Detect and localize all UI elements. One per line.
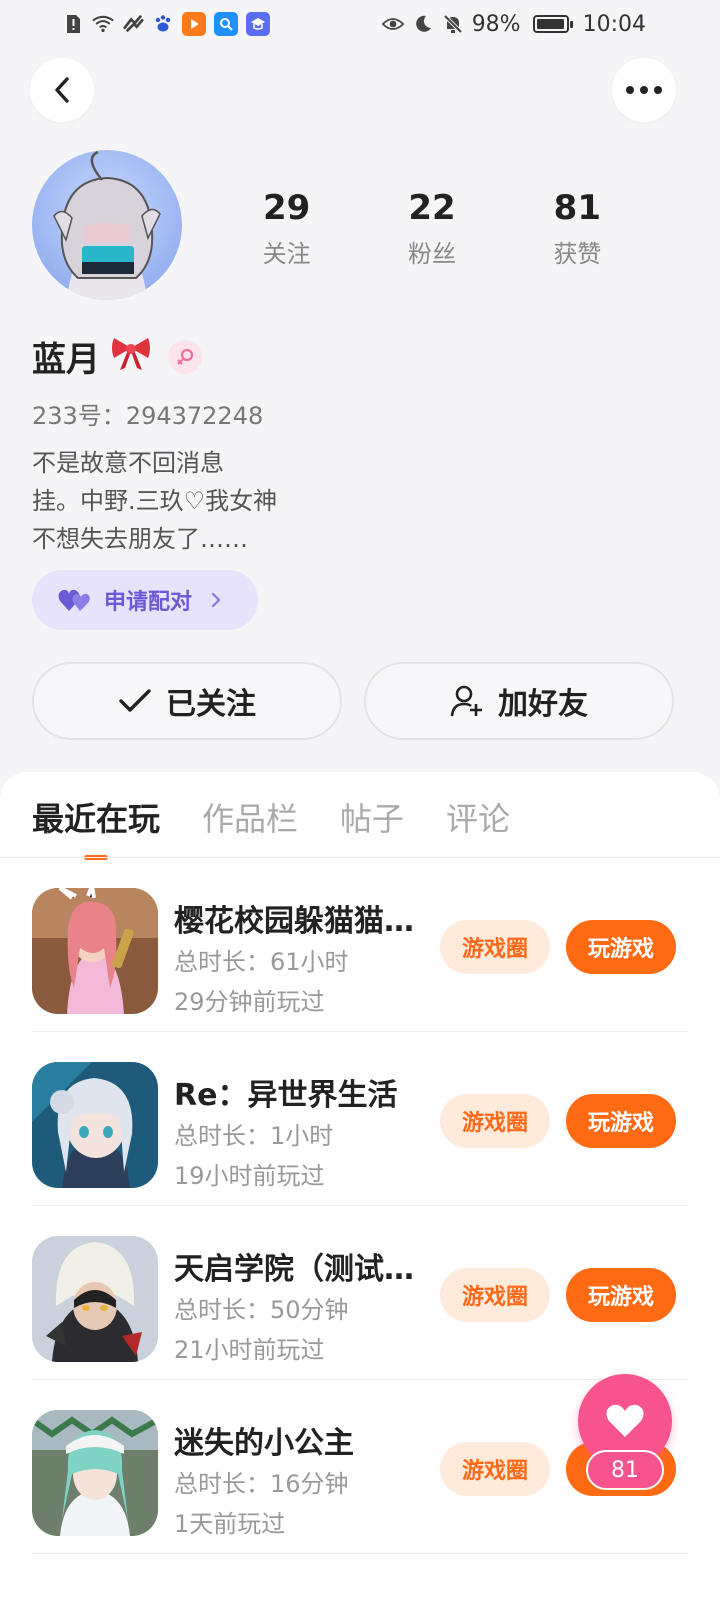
play-game-button[interactable]: 玩游戏: [566, 1094, 676, 1148]
game-icon[interactable]: [32, 1236, 158, 1362]
game-icon[interactable]: [32, 1410, 158, 1536]
bio: 不是故意不回消息 挂。中野.三玖♡我女神 不想失去朋友了……: [32, 444, 277, 558]
followers-stat[interactable]: 22 粉丝: [359, 186, 504, 269]
game-total-duration: 总时长：16分钟: [174, 1470, 349, 1498]
battery-level: [536, 19, 564, 29]
game-icon[interactable]: [32, 1062, 158, 1188]
paw-app-icon: [152, 13, 174, 35]
game-row[interactable]: 樱花校园躲猫猫... 总时长：61小时 29分钟前玩过 游戏圈 玩游戏: [32, 858, 688, 1032]
likes-stat[interactable]: 81 获赞: [505, 186, 650, 269]
username: 蓝月: [32, 340, 100, 380]
game-total-duration: 总时长：50分钟: [174, 1296, 349, 1324]
wifi-icon: [92, 13, 114, 35]
followed-label: 已关注: [166, 687, 256, 722]
tab-label: 最近在玩: [32, 800, 161, 838]
game-circle-button[interactable]: 游戏圈: [440, 1268, 550, 1322]
name-row: 蓝月: [32, 332, 202, 381]
tab-recently-played[interactable]: 最近在玩: [32, 794, 160, 860]
game-last-played: 21小时前玩过: [174, 1336, 325, 1364]
following-count: 29: [263, 188, 311, 228]
check-icon: [119, 689, 151, 712]
education-app-icon: [246, 12, 270, 36]
game-title: 迷失的小公主: [174, 1426, 354, 1461]
heart-icon: [606, 1404, 644, 1437]
play-game-button[interactable]: 玩游戏: [566, 920, 676, 974]
status-left: [62, 12, 270, 36]
double-heart-icon: [58, 589, 90, 611]
followed-button[interactable]: 已关注: [32, 662, 342, 740]
bio-line: 挂。中野.三玖♡我女神: [32, 487, 278, 515]
user-id: 233号：294372248: [32, 402, 264, 430]
female-gender-icon: [168, 339, 202, 374]
game-total-duration: 总时长：1小时: [174, 1122, 334, 1150]
game-title: Re：异世界生活: [174, 1078, 398, 1113]
sim-alert-icon: [62, 13, 84, 35]
clock: 10:04: [582, 11, 646, 37]
tab-bar: 最近在玩 作品栏 帖子 评论: [32, 794, 510, 860]
game-circle-button[interactable]: 游戏圈: [440, 1094, 550, 1148]
likes-label: 获赞: [553, 240, 602, 268]
followers-count: 22: [408, 188, 456, 228]
bio-line: 不想失去朋友了……: [32, 525, 248, 553]
likes-count: 81: [553, 188, 601, 228]
profile-stats: 29 关注 22 粉丝 81 获赞: [214, 186, 650, 269]
game-row[interactable]: 天启学院（测试... 总时长：50分钟 21小时前玩过 游戏圈 玩游戏: [32, 1206, 688, 1380]
battery-icon: [532, 15, 573, 33]
game-circle-button[interactable]: 游戏圈: [440, 1442, 550, 1496]
tab-label: 帖子: [340, 800, 405, 838]
tab-label: 作品栏: [202, 800, 299, 838]
tab-label: 评论: [446, 800, 511, 838]
add-user-icon: [450, 685, 482, 717]
tab-comments[interactable]: 评论: [446, 794, 510, 860]
game-total-duration: 总时长：61小时: [174, 948, 349, 976]
avatar-illustration: [53, 150, 161, 300]
bow-icon: [110, 334, 152, 380]
chevron-left-icon: [55, 77, 69, 103]
video-app-icon: [182, 12, 206, 36]
play-game-button[interactable]: 玩游戏: [566, 1268, 676, 1322]
link-icon: [122, 13, 144, 35]
search-app-icon: [214, 12, 238, 36]
followers-label: 粉丝: [407, 240, 456, 268]
game-icon[interactable]: [32, 888, 158, 1014]
bio-line: 不是故意不回消息: [32, 449, 224, 477]
moon-icon: [412, 13, 434, 35]
request-pair-button[interactable]: 申请配对: [32, 570, 258, 630]
tab-posts[interactable]: 帖子: [340, 794, 404, 860]
more-options-button[interactable]: [612, 58, 676, 122]
avatar[interactable]: [32, 150, 182, 300]
mute-bell-icon: [442, 13, 464, 35]
like-count-badge: 81: [586, 1450, 664, 1490]
back-button[interactable]: [30, 58, 94, 122]
game-last-played: 1天前玩过: [174, 1510, 286, 1538]
game-last-played: 19小时前玩过: [174, 1162, 325, 1190]
following-label: 关注: [262, 240, 311, 268]
add-friend-label: 加好友: [498, 687, 588, 722]
tab-works[interactable]: 作品栏: [202, 794, 298, 860]
more-dots-icon: [626, 86, 662, 94]
status-right: 98% 10:04: [381, 11, 646, 37]
eye-icon: [381, 13, 404, 35]
status-bar: 98% 10:04: [0, 0, 720, 48]
request-pair-label: 申请配对: [104, 590, 193, 615]
chevron-right-icon: [211, 592, 221, 608]
game-title: 樱花校园躲猫猫...: [174, 904, 418, 939]
following-stat[interactable]: 29 关注: [214, 186, 359, 269]
game-row[interactable]: Re：异世界生活 总时长：1小时 19小时前玩过 游戏圈 玩游戏: [32, 1032, 688, 1206]
add-friend-button[interactable]: 加好友: [364, 662, 674, 740]
game-circle-button[interactable]: 游戏圈: [440, 920, 550, 974]
game-last-played: 29分钟前玩过: [174, 988, 325, 1016]
battery-percent: 98%: [471, 11, 521, 37]
game-title: 天启学院（测试...: [174, 1252, 418, 1287]
